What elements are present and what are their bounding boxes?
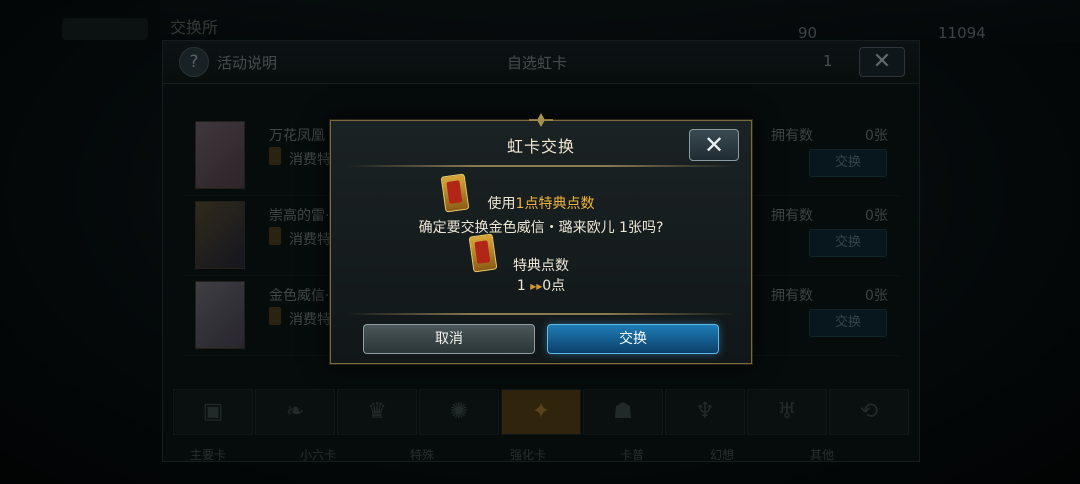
divider (347, 165, 735, 167)
exchange-confirm-dialog: 虹卡交换 ✕ 使用1点特典点数 确定要交换金色威信・璐来欧儿 1张吗? 特典点数… (330, 113, 752, 364)
use-points-text: 使用1点特典点数 (331, 193, 751, 213)
dialog-close-button[interactable]: ✕ (689, 129, 739, 161)
use-prefix: 使用 (487, 196, 516, 212)
close-icon: ✕ (703, 131, 725, 159)
ornament-icon (529, 113, 553, 127)
cancel-button[interactable]: 取消 (363, 324, 535, 354)
confirm-question: 确定要交换金色威信・璐来欧儿 1张吗? (418, 220, 664, 236)
exchange-button[interactable]: 交换 (547, 324, 719, 354)
points-highlight: 1点特典点数 (515, 196, 595, 212)
points-change: 1 ▸▸0点 (331, 275, 751, 295)
points-label: 特典点数 (513, 258, 569, 274)
points-to: 0点 (542, 278, 566, 294)
divider (347, 313, 735, 315)
dialog-title: 虹卡交换 (506, 137, 575, 156)
points-from: 1 (516, 278, 526, 294)
arrow-right-icon: ▸▸ (530, 279, 543, 293)
